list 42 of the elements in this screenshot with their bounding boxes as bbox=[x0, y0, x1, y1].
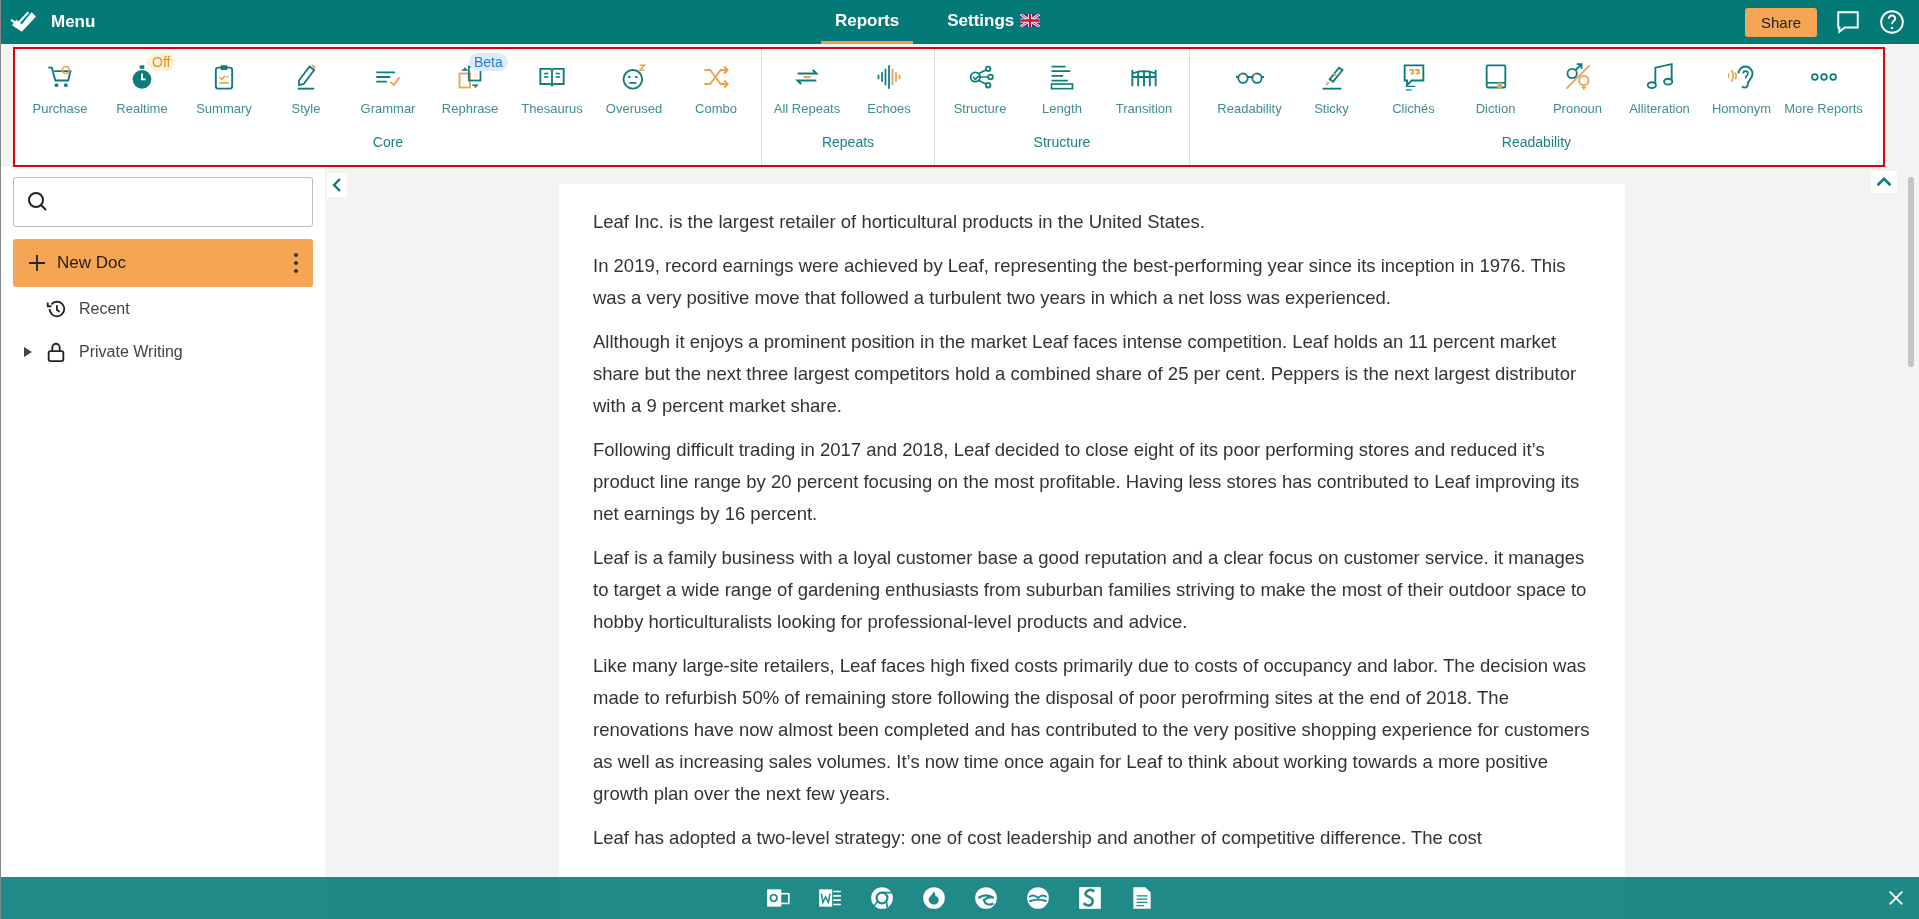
group-title: Repeats bbox=[821, 134, 875, 150]
report-tool[interactable]: Readability bbox=[1208, 49, 1291, 116]
paragraph: Leaf has adopted a two-level strategy: one of cost leadership and another of competitive difference. The cost bbox=[593, 826, 1483, 850]
report-tool[interactable]: Diction bbox=[1454, 49, 1537, 116]
paragraph: Like many large-site retailers, Leaf faces high fixed costs primarily due to costs of occupancy and labor. The decision was made to refurbish 50% of remaining store following the disposal of poor perofrming sites at the end of 2018. The renovations have now almost been completed and has contributed to the very positive shopping experience for customers as well as increasing sales volumes. It’s now time once again for Leaf to think about working towards a more positive growth plan over the next few years. bbox=[593, 654, 1591, 806]
nav-tab[interactable]: Reports bbox=[821, 0, 914, 44]
paragraph: In 2019, record earnings were achieved by Leaf, representing the best-performing year since its inception in 1976. This was a very positive move that followed a turbulent two years in which a net loss was experienced. bbox=[593, 254, 1567, 310]
report-tool[interactable]: Grammar bbox=[347, 49, 429, 116]
menu-button[interactable]: Menu bbox=[9, 10, 96, 34]
report-tool[interactable]: Structure bbox=[939, 49, 1021, 116]
report-tool[interactable]: Alliteration bbox=[1618, 49, 1701, 116]
report-tool[interactable]: All Repeats bbox=[766, 49, 848, 116]
report-tool[interactable]: Thesaurus bbox=[511, 49, 593, 116]
share-button[interactable]: Share bbox=[1744, 7, 1817, 37]
group-title: Core bbox=[372, 134, 404, 150]
report-tool[interactable]: Homonym bbox=[1700, 49, 1783, 116]
report-tool[interactable]: Combo bbox=[675, 49, 757, 116]
report-tool[interactable]: Pronoun bbox=[1536, 49, 1619, 116]
sidebar-item[interactable]: Private Writing bbox=[13, 330, 313, 373]
group-title: Readability bbox=[1501, 134, 1572, 150]
report-tool[interactable]: Style bbox=[265, 49, 347, 116]
report-tool[interactable]: Clichés bbox=[1372, 49, 1455, 116]
status-badge: Beta bbox=[469, 53, 508, 71]
report-tool[interactable]: Off Realtime bbox=[101, 49, 183, 116]
nav-tab[interactable]: Settings bbox=[933, 0, 1055, 44]
sidebar-item[interactable]: Recent bbox=[13, 287, 313, 330]
status-badge: Off bbox=[147, 53, 176, 71]
report-tool[interactable]: Transition bbox=[1103, 49, 1185, 116]
report-tool[interactable]: Echoes bbox=[848, 49, 930, 116]
paragraph: Allthough it enjoys a prominent position in the market Leaf faces intense competition. Leaf holds an 11 percent market share but the next three largest competitors hold a combined share of 25 per cent. Peppers is the next largest distributor with a 9 percent market share. bbox=[593, 330, 1578, 418]
new-doc-button[interactable]: New Doc bbox=[13, 239, 313, 287]
paragraph: Following difficult trading in 2017 and 2018, Leaf decided to close eight of its poor performing stores and reduced it’s product line range by 20 percent focusing on the most profitable. Having less stores has contributed to Leaf improving its net earnings by 16 percent. bbox=[593, 438, 1581, 526]
report-tool[interactable]: Length bbox=[1021, 49, 1103, 116]
report-tool[interactable]: Sticky bbox=[1290, 49, 1373, 116]
group-title: Structure bbox=[1033, 134, 1091, 150]
report-tool[interactable]: Purchase bbox=[19, 49, 101, 116]
paragraph: Leaf is a family business with a loyal customer base a good reputation and a clear focus on customer service. it manages to target a wide range of gardening enthusiasts from suburban families striving to make the most of their outdoor space to hobby horticulturalists looking for professional-level products and advice. bbox=[593, 546, 1588, 634]
report-tool[interactable]: More Reports bbox=[1782, 49, 1865, 116]
paragraph: Leaf Inc. is the largest retailer of horticultural products in the United States. bbox=[593, 210, 1206, 234]
report-tool[interactable]: Beta Rephrase bbox=[429, 49, 511, 116]
report-tool[interactable]: Overused bbox=[593, 49, 675, 116]
report-tool[interactable]: Summary bbox=[183, 49, 265, 116]
